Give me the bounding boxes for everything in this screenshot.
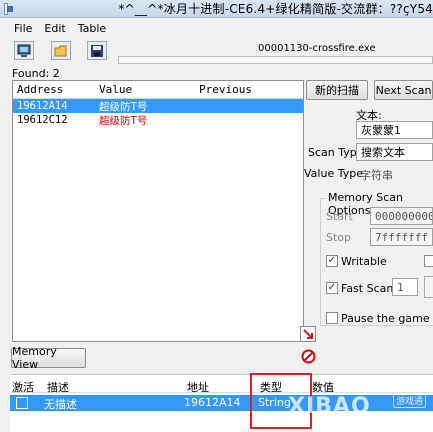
- no-entry-icon: [301, 349, 315, 363]
- result-value: 超级防T号: [99, 114, 148, 127]
- app-icon: [4, 2, 14, 15]
- watermark-text: XIBAO: [288, 394, 371, 419]
- value-type-label: Value Type: [304, 167, 363, 180]
- writable-label: Writable: [341, 255, 387, 268]
- header-active[interactable]: 激活: [12, 379, 34, 395]
- scan-progress-bar: [118, 56, 433, 64]
- add-address-button[interactable]: [300, 326, 316, 342]
- header-previous[interactable]: Previous: [195, 81, 295, 98]
- value-type-value[interactable]: 字符串: [360, 167, 393, 183]
- next-scan-button[interactable]: Next Scan: [374, 80, 433, 100]
- arrow-down-right-icon: [303, 329, 313, 339]
- active-checkbox[interactable]: [16, 397, 28, 409]
- entry-description: 无描述: [44, 398, 77, 411]
- fast-scan-alignment-input[interactable]: 1: [392, 278, 418, 296]
- writable-checkbox[interactable]: [326, 255, 338, 267]
- stop-label: Stop: [326, 231, 352, 244]
- computer-icon: [17, 44, 31, 57]
- first-scan-button[interactable]: 新的扫描: [306, 80, 368, 100]
- header-value[interactable]: 数值: [312, 379, 334, 395]
- pause-game-checkbox[interactable]: [326, 312, 338, 324]
- folder-icon: [54, 45, 67, 56]
- memory-view-button[interactable]: Memory View: [11, 345, 86, 371]
- stop-button[interactable]: [300, 348, 316, 364]
- open-file-button[interactable]: [51, 41, 71, 60]
- stop-address-input[interactable]: 7fffffff: [370, 228, 433, 246]
- result-value: 超级防T号: [99, 100, 148, 113]
- results-list[interactable]: Address Value Previous 19612A14 超级防T号 19…: [12, 80, 304, 342]
- fast-scan-option[interactable]: [424, 276, 433, 298]
- results-header: Address Value Previous: [13, 81, 303, 99]
- result-row[interactable]: 19612A14 超级防T号: [13, 99, 303, 113]
- window-title: *^__^*冰月十进制-CE6.4+绿化精简版-交流群：??çY54: [118, 2, 433, 16]
- header-address[interactable]: 地址: [187, 379, 209, 395]
- executable-checkbox[interactable]: [424, 255, 433, 267]
- menu-file[interactable]: File: [0, 22, 38, 35]
- start-label: Start: [326, 210, 353, 223]
- menu-bar: File Edit Table: [0, 19, 433, 37]
- title-bar: *^__^*冰月十进制-CE6.4+绿化精简版-交流群：??çY54: [0, 0, 433, 18]
- entry-address: 19612A14: [184, 396, 241, 409]
- save-button[interactable]: [87, 41, 107, 60]
- header-address[interactable]: Address: [13, 81, 95, 98]
- result-row[interactable]: 19612C12 超级防T号: [13, 113, 303, 127]
- scan-value-input[interactable]: 灰蒙蒙1: [356, 121, 433, 139]
- result-address: 19612C12: [17, 114, 68, 126]
- process-name: 00001130-crossfire.exe: [258, 43, 376, 54]
- open-process-button[interactable]: [14, 41, 34, 60]
- watermark-badge: 游戏通: [393, 393, 427, 408]
- start-address-input[interactable]: 000000000: [370, 207, 433, 225]
- floppy-disk-icon: [91, 44, 103, 57]
- menu-table[interactable]: Table: [72, 22, 112, 35]
- cheat-table-header: 激活 描述 地址 类型 数值: [10, 375, 433, 395]
- header-description[interactable]: 描述: [47, 379, 69, 395]
- fast-scan-label: Fast Scan: [341, 282, 394, 295]
- found-count: Found: 2: [12, 67, 60, 80]
- fast-scan-checkbox[interactable]: [326, 282, 338, 294]
- menu-edit[interactable]: Edit: [38, 22, 71, 35]
- scan-type-select[interactable]: 搜索文本: [356, 143, 433, 161]
- pause-game-label: Pause the game whi: [341, 312, 433, 325]
- result-address: 19612A14: [17, 100, 68, 112]
- header-value[interactable]: Value: [95, 81, 195, 98]
